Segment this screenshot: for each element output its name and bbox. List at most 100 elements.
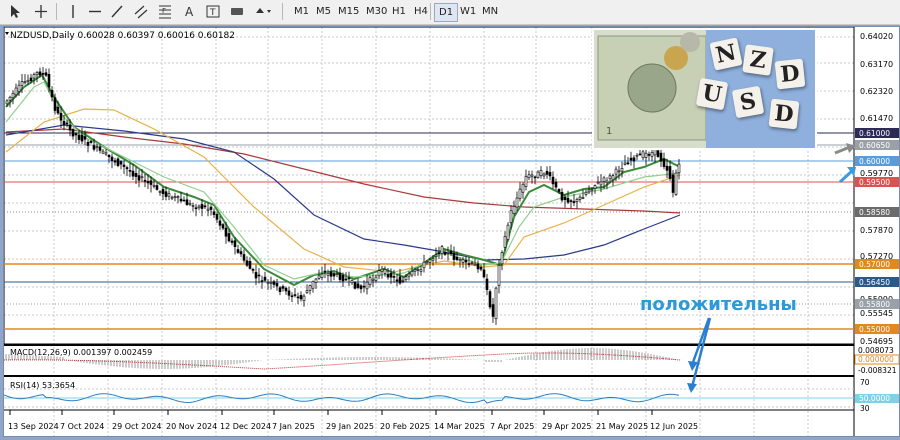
rsi-scale-70: 70 — [860, 378, 870, 387]
candle — [251, 267, 255, 274]
candle — [125, 165, 129, 177]
candle — [653, 148, 657, 163]
price-badge: 0.59500 — [855, 177, 899, 187]
timeframe-m5[interactable]: M5 — [312, 3, 335, 20]
vertical-line-icon[interactable] — [66, 3, 80, 20]
candle — [464, 256, 468, 270]
timeframe-h4[interactable]: H4 — [410, 3, 432, 20]
candle — [191, 202, 195, 212]
candle — [416, 267, 420, 276]
candle — [158, 190, 162, 196]
candle — [80, 127, 84, 144]
tile-s: S — [731, 85, 765, 119]
svg-text:0.55000: 0.55000 — [859, 325, 890, 334]
shapes-dropdown-icon[interactable] — [254, 3, 274, 20]
candle — [353, 281, 357, 290]
channel-icon[interactable] — [134, 3, 148, 20]
date-tick-label: 12 Dec 2024 — [220, 422, 271, 431]
candle — [206, 202, 210, 217]
price-axis[interactable]: 0.64020 0.63170 0.62320 0.61470 0.60650 0.597… — [860, 32, 893, 346]
date-tick-label: 13 Sep 2024 — [8, 422, 59, 431]
timeframe-mn[interactable]: MN — [478, 3, 502, 20]
price-tick-label: 0.63170 — [860, 60, 893, 69]
candle — [296, 292, 300, 305]
candle — [545, 166, 549, 179]
collapse-icon[interactable] — [5, 32, 9, 35]
date-tick-label: 29 Oct 2024 — [112, 422, 161, 431]
candle — [266, 279, 270, 290]
svg-text:T: T — [209, 8, 216, 18]
text-label-icon[interactable]: T — [206, 3, 220, 20]
crosshair-icon[interactable] — [34, 3, 48, 20]
candle — [275, 278, 279, 291]
price-badge: 0.60650 — [855, 140, 899, 150]
text-icon[interactable]: A — [182, 3, 196, 20]
candle — [422, 254, 426, 273]
candle — [527, 170, 531, 180]
tile-n: N — [709, 37, 743, 71]
svg-text:0.56450: 0.56450 — [859, 278, 890, 287]
timeframe-m30[interactable]: M30 — [362, 3, 391, 20]
timeframe-h1[interactable]: H1 — [388, 3, 410, 20]
candle — [269, 276, 273, 290]
fibonacci-icon[interactable]: F — [158, 3, 172, 20]
rsi-label: RSI(14) 53.3654 — [10, 381, 75, 390]
candle — [488, 289, 492, 310]
chart-toolbar: F A T M1 M5 M15 M30 H1 H4 D1 W1 MN — [0, 0, 900, 25]
candle — [584, 189, 588, 197]
tile-z: Z — [742, 44, 774, 76]
candle — [518, 182, 522, 202]
candle — [116, 157, 120, 168]
candle — [101, 149, 105, 155]
candle — [308, 284, 312, 295]
rectangle-icon[interactable] — [230, 3, 244, 20]
candle — [257, 268, 261, 284]
tile-d-top: D — [774, 58, 806, 90]
candle — [524, 169, 528, 191]
macd-scale-bottom: -0.008321 — [858, 366, 897, 375]
candle — [662, 152, 666, 170]
candle — [677, 158, 681, 180]
candle — [281, 284, 285, 292]
price-tick-label: 0.59770 — [860, 169, 893, 178]
macd-label: MACD(12,26,9) 0.001397 0.002459 — [10, 348, 152, 357]
tile-d-bottom: D — [768, 98, 800, 130]
candle — [134, 166, 138, 184]
cursor-icon[interactable] — [8, 3, 22, 20]
rsi-scale-30: 30 — [860, 404, 870, 413]
candle — [479, 264, 483, 272]
date-tick-label: 20 Feb 2025 — [380, 422, 430, 431]
timeframe-m15[interactable]: M15 — [334, 3, 363, 20]
price-badge: 0.56450 — [855, 277, 899, 287]
candle — [596, 176, 600, 185]
horizontal-line-icon[interactable] — [88, 3, 102, 20]
candle — [578, 194, 582, 203]
chart-window[interactable]: NZDUSD,Daily 0.60028 0.60397 0.60016 0.6… — [3, 26, 900, 437]
trendline-icon[interactable] — [110, 3, 124, 20]
macd-scale-zero: 0.000000 — [858, 355, 894, 364]
candle — [194, 204, 198, 217]
candle — [656, 148, 660, 158]
candle — [215, 212, 219, 224]
date-axis[interactable]: 13 Sep 2024 7 Oct 2024 29 Oct 2024 20 Nov 2… — [8, 410, 698, 431]
candle — [305, 284, 309, 295]
candle — [74, 132, 78, 143]
candle — [521, 182, 525, 199]
candle — [218, 216, 222, 230]
timeframe-w1[interactable]: W1 — [456, 3, 480, 20]
candle — [359, 284, 363, 294]
candle — [542, 172, 546, 180]
candle — [572, 194, 576, 207]
timeframe-d1[interactable]: D1 — [434, 3, 459, 22]
candle — [419, 265, 423, 276]
candle — [23, 74, 27, 85]
candle — [293, 288, 297, 298]
candle — [263, 271, 267, 282]
candle — [131, 163, 135, 181]
timeframe-m1[interactable]: M1 — [290, 3, 313, 20]
candle — [209, 205, 213, 216]
candle — [284, 286, 288, 295]
candle — [368, 275, 372, 288]
candle — [311, 280, 315, 293]
svg-text:1: 1 — [606, 126, 612, 137]
